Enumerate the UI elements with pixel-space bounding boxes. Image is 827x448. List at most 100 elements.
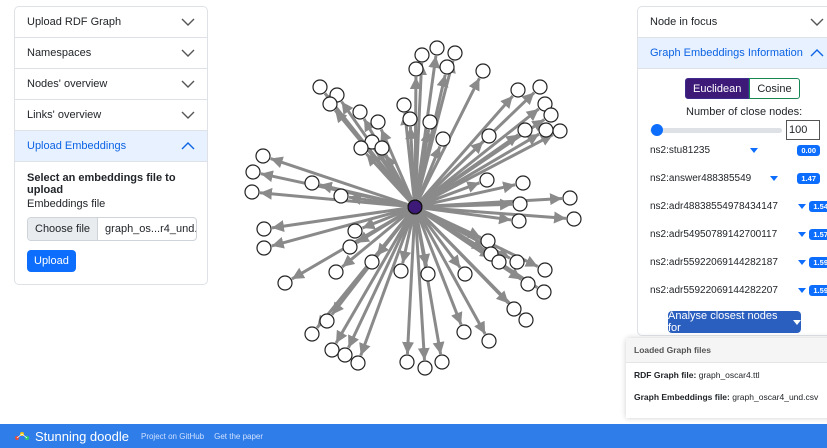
graph-node[interactable] [552, 123, 568, 139]
graph-node[interactable] [481, 128, 497, 144]
graph-node[interactable] [429, 40, 445, 56]
github-link[interactable]: Project on GitHub [141, 432, 204, 441]
close-node-item[interactable]: ns2:stu81235 0.00 [650, 143, 820, 157]
graph-node[interactable] [256, 221, 272, 237]
emb-file-line: Graph Embeddings file: graph_oscar4_und.… [626, 392, 826, 402]
close-nodes-input[interactable]: 100 [786, 120, 820, 140]
graph-node[interactable] [337, 347, 353, 363]
graph-node[interactable] [491, 254, 507, 270]
graph-node[interactable] [536, 284, 552, 300]
close-node-item[interactable]: ns2:adr55922069144282207 1.59 [650, 283, 827, 297]
graph-node[interactable] [506, 301, 522, 317]
accordion-embeddings-info[interactable]: Graph Embeddings Information [638, 38, 827, 69]
emb-file-label: Graph Embeddings file: [634, 392, 730, 402]
graph-node[interactable] [364, 254, 380, 270]
graph-node[interactable] [422, 114, 438, 130]
graph-node[interactable] [304, 175, 320, 191]
node-name: ns2:adr48838554978434147 [650, 200, 778, 212]
graph-node[interactable] [435, 131, 451, 147]
chevron-down-icon [810, 18, 824, 26]
graph-node[interactable] [402, 111, 418, 127]
analyse-closest-nodes-button[interactable]: Analyse closest nodes for [668, 310, 801, 334]
close-node-item[interactable]: ns2:adr55922069144282187 1.59 [650, 255, 827, 269]
graph-node[interactable] [328, 264, 344, 280]
graph-edge [409, 76, 422, 200]
logo-icon [15, 432, 29, 440]
graph-node[interactable] [537, 262, 553, 278]
graph-node[interactable] [353, 140, 369, 156]
paper-link[interactable]: Get the paper [214, 432, 263, 441]
graph-node[interactable] [439, 59, 455, 75]
graph-node[interactable] [347, 223, 363, 239]
brand-name[interactable]: Stunning doodle [35, 429, 129, 444]
euclidean-button[interactable]: Euclidean [685, 78, 750, 99]
graph-node[interactable] [393, 263, 409, 279]
cosine-button[interactable]: Cosine [749, 78, 800, 99]
node-name: ns2:adr54950789142700117 [650, 228, 778, 240]
caret-down-icon[interactable] [750, 147, 758, 153]
graph-node[interactable] [322, 96, 338, 112]
graph-node[interactable] [538, 122, 554, 138]
caret-down-icon[interactable] [798, 231, 806, 237]
close-node-item[interactable]: ns2:adr54950789142700117 1.57 [650, 227, 827, 241]
graph-node[interactable] [511, 213, 527, 229]
graph-node[interactable] [244, 184, 260, 200]
node-name: ns2:adr55922069144282187 [650, 256, 778, 268]
graph-node[interactable] [396, 97, 412, 113]
graph-node[interactable] [479, 172, 495, 188]
graph-node[interactable] [399, 354, 415, 370]
graph-node[interactable] [515, 175, 531, 191]
graph-node[interactable] [245, 164, 261, 180]
graph-node[interactable] [277, 275, 293, 291]
graph-node[interactable] [420, 266, 436, 282]
close-node-item[interactable]: ns2:answer488385549 1.47 [650, 171, 820, 185]
focus-node[interactable] [407, 199, 423, 215]
rdf-file-value: graph_oscar4.ttl [698, 370, 760, 380]
close-nodes-label: Number of close nodes: [686, 106, 803, 118]
caret-down-icon[interactable] [770, 175, 778, 181]
graph-node[interactable] [456, 324, 472, 340]
graph-node[interactable] [304, 326, 320, 342]
graph-node[interactable] [374, 140, 390, 156]
graph-node[interactable] [562, 190, 578, 206]
graph-node[interactable] [510, 82, 526, 98]
graph-node[interactable] [517, 122, 533, 138]
graph-node[interactable] [481, 333, 497, 349]
graph-node[interactable] [480, 233, 496, 249]
graph-node[interactable] [256, 240, 272, 256]
graph-node[interactable] [342, 239, 358, 255]
caret-down-icon[interactable] [798, 203, 806, 209]
close-nodes-slider[interactable] [650, 124, 782, 136]
graph-node[interactable] [352, 104, 368, 120]
caret-down-icon[interactable] [798, 259, 806, 265]
graph-node[interactable] [518, 312, 534, 328]
graph-node[interactable] [509, 254, 525, 270]
graph-node[interactable] [408, 61, 424, 77]
graph-node[interactable] [350, 355, 366, 371]
graph-canvas[interactable] [0, 0, 620, 420]
close-node-item[interactable]: ns2:adr48838554978434147 1.54 [650, 199, 827, 213]
graph-node[interactable] [370, 114, 386, 130]
graph-node[interactable] [417, 360, 433, 376]
graph-node[interactable] [475, 63, 491, 79]
graph-node[interactable] [447, 45, 463, 61]
caret-down-icon[interactable] [798, 287, 806, 293]
graph-node[interactable] [319, 313, 335, 329]
accordion-node-in-focus[interactable]: Node in focus [638, 7, 827, 38]
graph-node[interactable] [457, 266, 473, 282]
graph-node[interactable] [532, 79, 548, 95]
graph-node[interactable] [520, 276, 536, 292]
graph-node[interactable] [566, 211, 582, 227]
graph-node[interactable] [333, 188, 349, 204]
graph-node[interactable] [255, 148, 271, 164]
emb-file-value: graph_oscar4_und.csv [732, 392, 819, 402]
distance-badge: 1.57 [809, 228, 827, 240]
graph-node[interactable] [543, 107, 559, 123]
graph-node[interactable] [312, 79, 328, 95]
graph-node[interactable] [434, 354, 450, 370]
graph-node[interactable] [324, 342, 340, 358]
graph-node[interactable] [512, 196, 528, 212]
slider-thumb[interactable] [650, 124, 663, 136]
accordion-label: Node in focus [650, 16, 718, 28]
graph-node[interactable] [414, 47, 430, 63]
